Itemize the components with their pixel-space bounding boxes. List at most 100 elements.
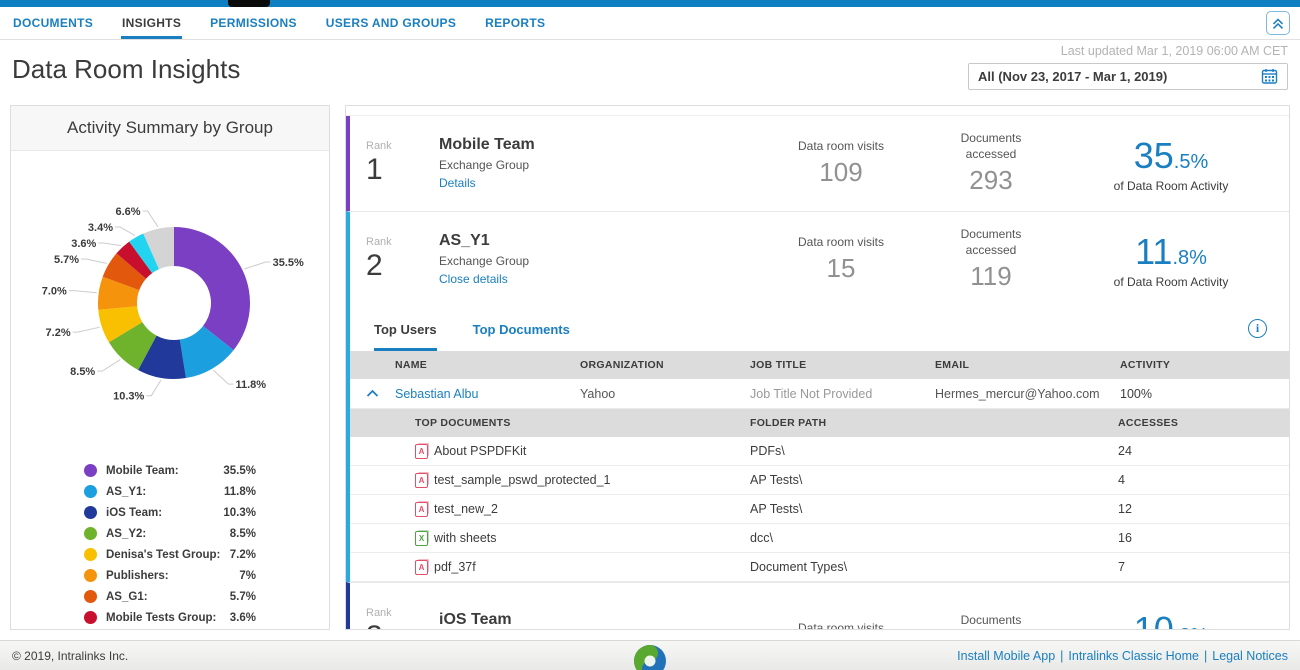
legend-color-dot — [84, 485, 97, 498]
group-type: Exchange Group — [439, 158, 771, 172]
folder-path: Document Types\ — [750, 560, 1118, 574]
documents-table-header: TOP DOCUMENTS FOLDER PATH ACCESSES — [350, 409, 1289, 437]
tab-top-users[interactable]: Top Users — [374, 307, 437, 351]
accesses-count: 12 — [1118, 502, 1289, 516]
activity-percentage: 11.8% of Data Room Activity — [1071, 231, 1271, 289]
details-link[interactable]: Details — [439, 176, 476, 190]
legend-color-dot — [84, 527, 97, 540]
nav-tab-permissions[interactable]: PERMISSIONS — [209, 7, 298, 39]
document-name: test_new_2 — [434, 502, 498, 516]
nav-tab-reports[interactable]: REPORTS — [484, 7, 546, 39]
legend-item: Publishers:7% — [84, 565, 256, 586]
documents-accessed-label: Documents accessed — [945, 613, 1037, 630]
pdf-file-icon — [415, 444, 428, 459]
document-row: test_sample_pswd_protected_1 AP Tests\ 4 — [350, 466, 1289, 495]
nav-tab-users-and-groups[interactable]: USERS AND GROUPS — [325, 7, 457, 39]
svg-text:5.7%: 5.7% — [54, 254, 79, 266]
page-title: Data Room Insights — [12, 54, 240, 85]
legend-item: AS_G1:5.7% — [84, 586, 256, 607]
legal-notices-link[interactable]: Legal Notices — [1212, 649, 1288, 663]
main-nav: DOCUMENTS INSIGHTS PERMISSIONS USERS AND… — [0, 7, 1300, 40]
documents-accessed-label: Documents accessed — [945, 227, 1037, 258]
rank-label: Rank — [366, 607, 421, 619]
svg-text:3.6%: 3.6% — [71, 238, 96, 250]
nav-tab-insights[interactable]: INSIGHTS — [121, 7, 182, 39]
users-table-header: NAME ORGANIZATION JOB TITLE EMAIL ACTIVI… — [350, 351, 1289, 379]
group-name: iOS Team — [439, 611, 771, 629]
activity-percentage: 10.3% — [1071, 609, 1271, 631]
rank-number: 3 — [366, 620, 421, 630]
group-type: Exchange Group — [439, 254, 771, 268]
document-name: About PSPDFKit — [434, 444, 526, 458]
folder-path: PDFs\ — [750, 444, 1118, 458]
visits-value: 15 — [771, 253, 911, 284]
collapse-row-control[interactable] — [350, 389, 395, 398]
user-email: Hermes_mercur@Yahoo.com — [935, 387, 1120, 401]
pie-slice — [174, 227, 250, 350]
documents-accessed-value: 293 — [921, 165, 1061, 196]
group-rankings-panel: Rank 1 Mobile Team Exchange Group Detail… — [345, 105, 1290, 630]
svg-text:3.4%: 3.4% — [88, 222, 113, 234]
svg-text:7.2%: 7.2% — [46, 327, 71, 339]
visits-label: Data room visits — [795, 621, 887, 630]
rank-number: 1 — [366, 153, 421, 187]
document-name: pdf_37f — [434, 560, 476, 574]
collapse-header-button[interactable] — [1266, 11, 1290, 35]
accesses-count: 24 — [1118, 444, 1289, 458]
install-mobile-app-link[interactable]: Install Mobile App — [957, 649, 1055, 663]
legend-item: Denisa's Test Group:7.2% — [84, 544, 256, 565]
page-header: Data Room Insights Last updated Mar 1, 2… — [0, 40, 1300, 105]
user-organization: Yahoo — [580, 387, 750, 401]
group-section-rank-2: Rank 2 AS_Y1 Exchange Group Close detail… — [346, 211, 1289, 582]
user-activity: 100% — [1120, 387, 1289, 401]
svg-text:8.5%: 8.5% — [70, 366, 95, 378]
legend-color-dot — [84, 464, 97, 477]
document-row: with sheets dcc\ 16 — [350, 524, 1289, 553]
chevron-up-icon — [366, 389, 379, 398]
details-tabs: Top Users Top Documents — [350, 307, 1289, 351]
nav-tab-documents[interactable]: DOCUMENTS — [12, 7, 94, 39]
date-range-value: All (Nov 23, 2017 - Mar 1, 2019) — [978, 69, 1167, 84]
svg-text:7.0%: 7.0% — [42, 286, 67, 298]
user-name-link[interactable]: Sebastian Albu — [395, 387, 580, 401]
activity-summary-title: Activity Summary by Group — [11, 106, 329, 151]
visits-label: Data room visits — [795, 139, 887, 155]
activity-donut-chart: 35.5%11.8%10.3%8.5%7.2%7.0%5.7%3.6%3.4%6… — [11, 157, 329, 448]
info-icon[interactable] — [1248, 319, 1267, 338]
activity-summary-panel: Activity Summary by Group 35.5%11.8%10.3… — [10, 105, 330, 630]
user-row: Sebastian Albu Yahoo Job Title Not Provi… — [350, 379, 1289, 409]
visits-label: Data room visits — [795, 235, 887, 251]
date-range-select[interactable]: All (Nov 23, 2017 - Mar 1, 2019) — [968, 63, 1288, 90]
activity-percentage: 35.5% of Data Room Activity — [1071, 135, 1271, 193]
legend-item: AS_Y1:11.8% — [84, 481, 256, 502]
pdf-file-icon — [415, 473, 428, 488]
last-updated-text: Last updated Mar 1, 2019 06:00 AM CET — [968, 44, 1288, 58]
tab-top-documents[interactable]: Top Documents — [473, 307, 570, 351]
legend-item: T_Group:3.4% — [84, 628, 256, 630]
legend-item: iOS Team:10.3% — [84, 502, 256, 523]
documents-accessed-label: Documents accessed — [945, 131, 1037, 162]
legend-item: Mobile Tests Group:3.6% — [84, 607, 256, 628]
intralinks-logo — [633, 644, 667, 670]
legend-color-dot — [84, 569, 97, 582]
document-row: pdf_37f Document Types\ 7 — [350, 553, 1289, 582]
rank-label: Rank — [366, 140, 421, 152]
legend-item: AS_Y2:8.5% — [84, 523, 256, 544]
rank-label: Rank — [366, 236, 421, 248]
folder-path: dcc\ — [750, 531, 1118, 545]
copyright-text: © 2019, Intralinks Inc. — [12, 649, 128, 663]
svg-text:35.5%: 35.5% — [273, 257, 304, 269]
footer-links: Install Mobile App|Intralinks Classic Ho… — [957, 649, 1288, 663]
document-name: test_sample_pswd_protected_1 — [434, 473, 611, 487]
calendar-icon — [1261, 68, 1278, 85]
group-section-rank-1: Rank 1 Mobile Team Exchange Group Detail… — [346, 116, 1289, 211]
folder-path: AP Tests\ — [750, 473, 1118, 487]
legend-color-dot — [84, 590, 97, 603]
pdf-file-icon — [415, 502, 428, 517]
user-job-title: Job Title Not Provided — [750, 387, 935, 401]
group-name: Mobile Team — [439, 136, 771, 154]
intralinks-classic-home-link[interactable]: Intralinks Classic Home — [1068, 649, 1199, 663]
chart-legend: Mobile Team:35.5% AS_Y1:11.8% iOS Team:1… — [11, 460, 329, 630]
legend-color-dot — [84, 611, 97, 624]
close-details-link[interactable]: Close details — [439, 272, 508, 286]
